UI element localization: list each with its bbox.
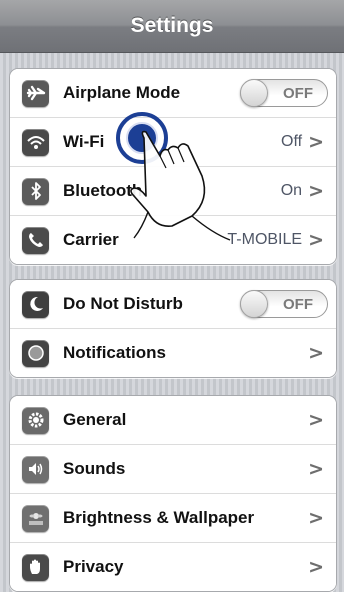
row-label: Wi-Fi (63, 132, 105, 151)
row-bluetooth[interactable]: Bluetooth On > (10, 167, 336, 216)
switch-state-text: OFF (283, 85, 313, 102)
row-brightness-wallpaper[interactable]: Brightness & Wallpaper > (10, 494, 336, 543)
do-not-disturb-switch[interactable]: OFF (240, 290, 328, 318)
speaker-icon (22, 455, 49, 483)
notifications-icon (22, 339, 49, 367)
row-privacy[interactable]: Privacy > (10, 543, 336, 591)
row-label: Brightness & Wallpaper (63, 508, 255, 527)
row-airplane-mode[interactable]: Airplane Mode OFF (10, 69, 336, 118)
row-label: Notifications (63, 343, 166, 362)
switch-knob (240, 290, 268, 318)
bluetooth-icon (22, 177, 49, 205)
wifi-icon (22, 128, 49, 156)
switch-state-text: OFF (283, 296, 313, 313)
row-wifi[interactable]: Wi-Fi Off > (10, 118, 336, 167)
row-sounds[interactable]: Sounds > (10, 445, 336, 494)
navigation-bar: Settings (0, 0, 344, 53)
row-label: Privacy (63, 557, 124, 576)
page-title: Settings (130, 14, 214, 37)
row-label: General (63, 410, 127, 429)
settings-group-connectivity: Airplane Mode OFF Wi-Fi Off > Bluetooth … (9, 68, 337, 265)
row-general[interactable]: General > (10, 396, 336, 445)
chevron-right-icon: > (308, 409, 324, 431)
row-label: Sounds (63, 459, 126, 478)
chevron-right-icon: > (308, 342, 324, 364)
row-carrier[interactable]: Carrier T-MOBILE > (10, 216, 336, 264)
switch-knob (240, 79, 268, 107)
airplane-mode-switch[interactable]: OFF (240, 79, 328, 107)
bluetooth-value: On (280, 182, 303, 199)
chevron-right-icon: > (308, 131, 324, 153)
row-label: Carrier (63, 230, 119, 249)
row-label: Do Not Disturb (63, 294, 183, 313)
chevron-right-icon: > (308, 458, 324, 480)
flower-icon (22, 504, 49, 532)
row-notifications[interactable]: Notifications > (10, 329, 336, 377)
chevron-right-icon: > (308, 229, 324, 251)
airplane-icon (22, 79, 49, 107)
hand-icon (22, 553, 49, 581)
phone-icon (22, 226, 49, 254)
carrier-value: T-MOBILE (227, 231, 303, 248)
chevron-right-icon: > (308, 180, 324, 202)
chevron-right-icon: > (308, 556, 324, 578)
wifi-value: Off (281, 133, 303, 150)
chevron-right-icon: > (308, 507, 324, 529)
row-label: Airplane Mode (63, 83, 181, 102)
settings-group-device: General > Sounds > Brightness & Wallpape… (9, 395, 337, 592)
row-label: Bluetooth (63, 181, 143, 200)
moon-icon (22, 290, 49, 318)
gear-icon (22, 406, 49, 434)
row-do-not-disturb[interactable]: Do Not Disturb OFF (10, 280, 336, 329)
settings-group-alerts: Do Not Disturb OFF Notifications > (9, 279, 337, 378)
